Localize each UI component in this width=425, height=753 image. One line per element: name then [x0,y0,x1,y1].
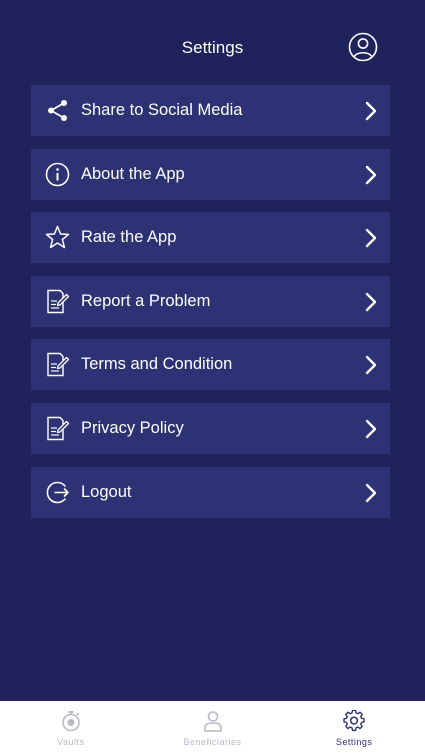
chevron-right-icon [365,165,377,184]
menu-item-report-problem[interactable]: Report a Problem [31,275,390,327]
tab-label: Beneficiaries [183,737,242,747]
menu-item-label: Privacy Policy [81,418,184,437]
menu-item-label: Report a Problem [81,291,211,310]
menu-item-label: Share to Social Media [81,101,243,119]
person-icon [203,711,222,732]
tab-beneficiaries[interactable]: Beneficiaries [142,701,284,753]
header: Settings [0,0,425,85]
menu-item-about[interactable]: About the App [31,148,390,200]
menu-item-share[interactable]: Share to Social Media [31,85,390,136]
menu-item-label: Logout [81,482,132,501]
tab-label: Settings [335,737,373,747]
settings-menu: Share to Social Media About the App Rate… [31,85,390,530]
chevron-right-icon [365,483,377,502]
logout-icon [46,481,69,503]
document-edit-icon [47,416,70,441]
tab-vaults[interactable]: Vaults [0,701,142,753]
chevron-right-icon [365,101,377,121]
info-icon [45,162,70,186]
bottom-tab-bar: Vaults Beneficiaries Settings [0,701,425,753]
chevron-right-icon [365,228,377,248]
gear-icon [343,710,365,732]
document-edit-icon [47,353,70,377]
menu-item-terms[interactable]: Terms and Condition [31,339,390,391]
star-icon [45,225,70,249]
tab-settings[interactable]: Settings [283,701,425,753]
menu-item-logout[interactable]: Logout [31,466,390,518]
tab-label: Vaults [57,737,85,747]
menu-item-privacy[interactable]: Privacy Policy [31,402,390,454]
stopwatch-icon [62,711,80,732]
profile-button[interactable] [348,32,378,62]
chevron-right-icon [365,356,377,375]
menu-item-label: Rate the App [81,228,177,247]
menu-item-label: About the App [81,164,185,183]
user-circle-icon [348,32,378,62]
chevron-right-icon [365,292,377,311]
document-edit-icon [47,289,70,313]
chevron-right-icon [365,419,377,439]
menu-item-rate[interactable]: Rate the App [31,212,390,264]
share-icon [48,100,67,121]
menu-item-label: Terms and Condition [81,355,233,374]
